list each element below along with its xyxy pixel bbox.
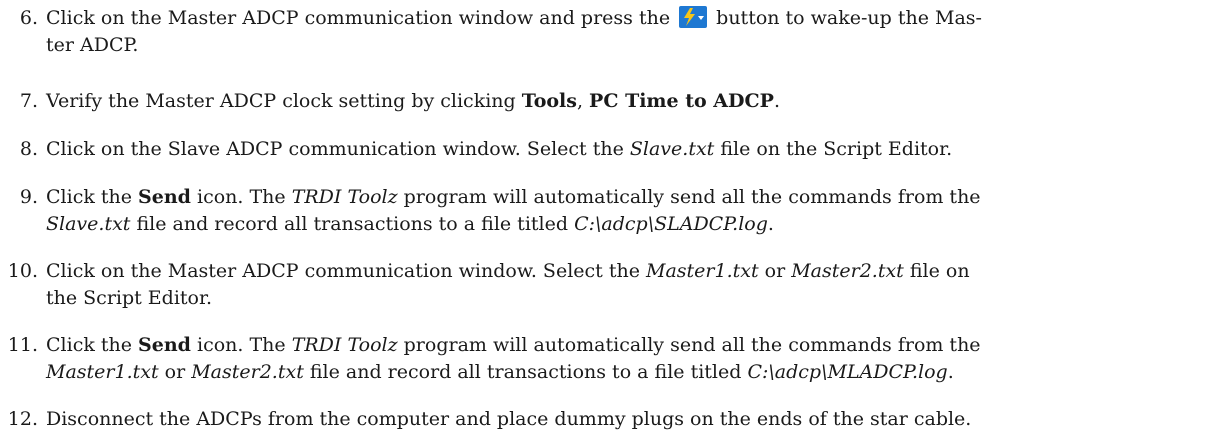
program-name-ref: TRDI Toolz [291,334,398,356]
logfile-path-ref: C:\adcp\SLADCP.log [574,213,768,235]
step-text: Click on the Master ADCP communication w… [46,6,982,56]
step-number: 8. [19,138,38,160]
step-text: Click the Send icon. The TRDI Toolz prog… [46,334,981,383]
logfile-path-ref: C:\adcp\MLADCP.log [747,361,948,383]
step-number: 11. [7,334,38,356]
filename-ref: Master2.txt [791,260,904,282]
step-7: 7. Verify the Master ADCP clock setting … [6,88,1198,115]
send-icon-ref: Send [138,334,191,356]
step-11: 11. Click the Send icon. The TRDI Toolz … [6,332,1198,386]
step-number: 12. [7,408,38,430]
step-text: Verify the Master ADCP clock setting by … [46,90,780,112]
filename-ref: Master2.txt [191,361,304,383]
step-10: 10. Click on the Master ADCP communicati… [6,258,1198,312]
menu-pc-time-ref: PC Time to ADCP [589,90,774,112]
send-icon-ref: Send [138,186,191,208]
wakeup-lightning-icon [679,6,708,28]
step-text: Click the Send icon. The TRDI Toolz prog… [46,186,981,235]
step-9: 9. Click the Send icon. The TRDI Toolz p… [6,184,1198,238]
step-number: 9. [19,186,38,208]
filename-ref: Slave.txt [629,138,715,160]
step-text: Click on the Slave ADCP communication wi… [46,138,953,160]
document-page: 6. Click on the Master ADCP communicatio… [0,0,1210,440]
step-text: Click on the Master ADCP communication w… [46,260,970,309]
step-8: 8. Click on the Slave ADCP communication… [6,136,1198,163]
program-name-ref: TRDI Toolz [291,186,398,208]
filename-ref: Slave.txt [46,213,131,235]
filename-ref: Master1.txt [645,260,759,282]
step-12: 12. Disconnect the ADCPs from the comput… [6,406,1198,433]
step-number: 6. [19,7,38,29]
step-text: Disconnect the ADCPs from the computer a… [46,408,972,430]
step-number: 10. [7,260,38,282]
step-6: 6. Click on the Master ADCP communicatio… [6,5,1198,59]
filename-ref: Master1.txt [46,361,159,383]
step-number: 7. [19,90,38,112]
menu-tools-ref: Tools [521,90,577,112]
